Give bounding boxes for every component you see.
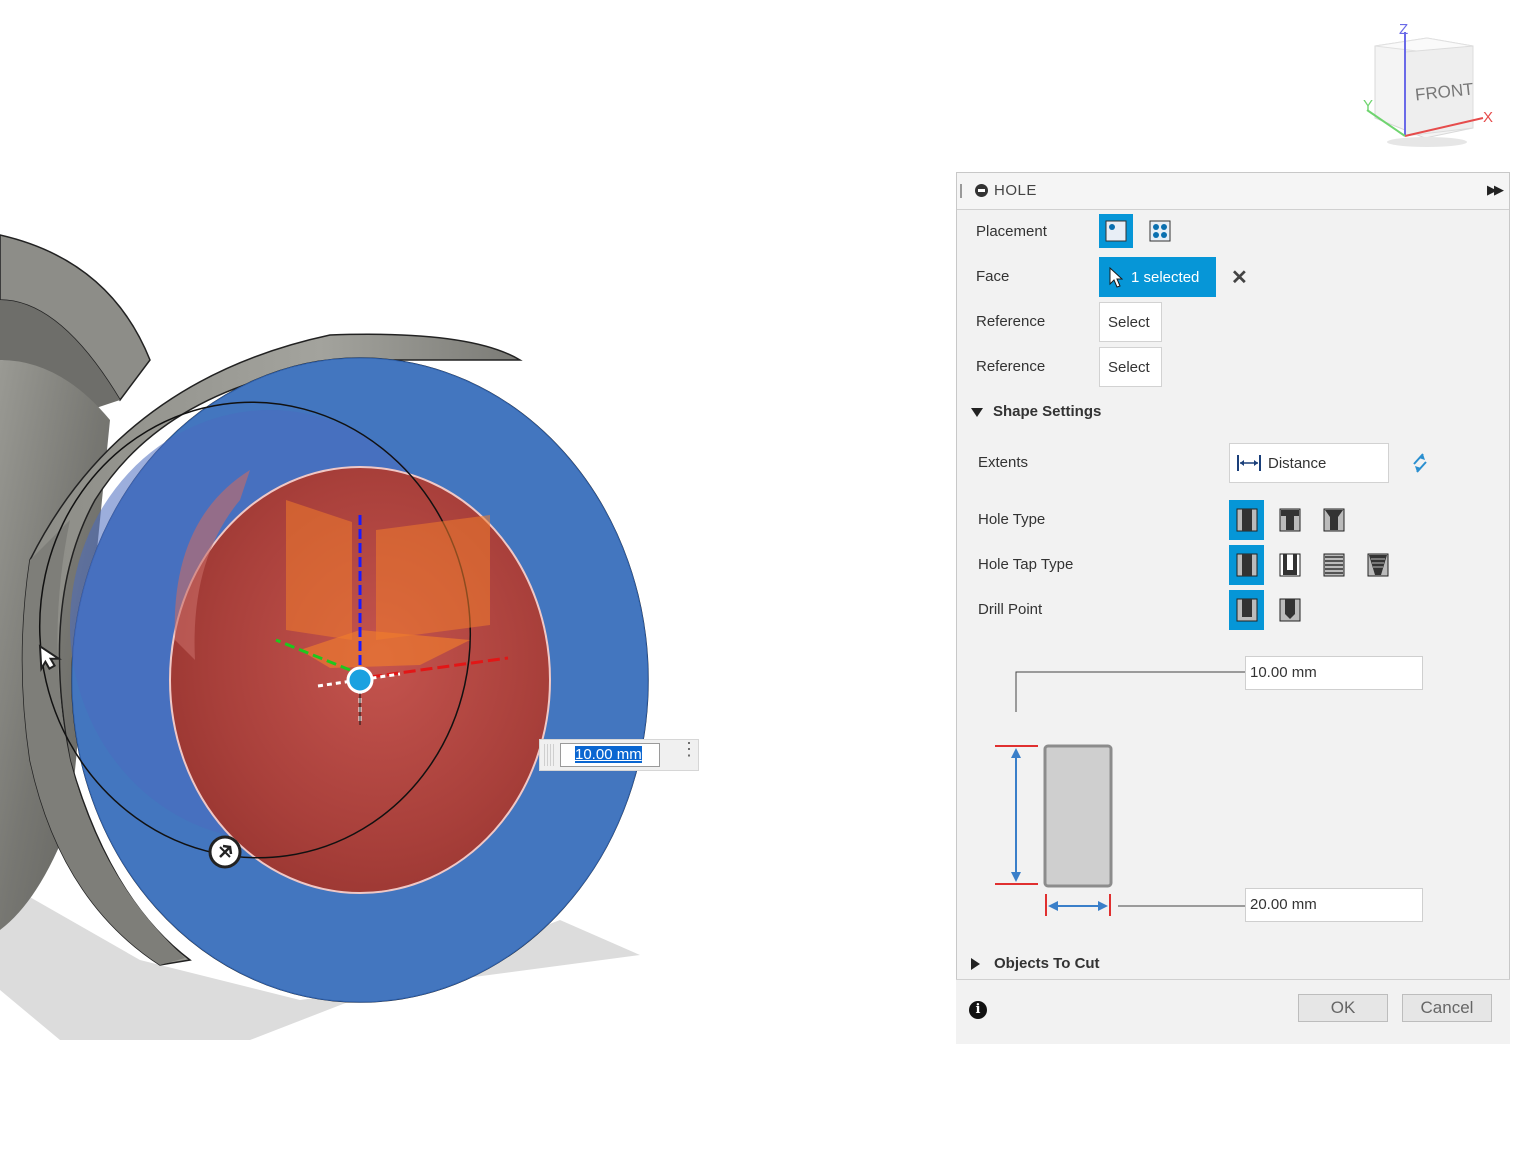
multiple-holes-icon [1149,220,1171,242]
tapped-button[interactable] [1317,548,1351,582]
drill-point-label: Drill Point [978,601,1043,618]
simple-hole-button[interactable] [1229,500,1264,540]
angled-drill-point-button[interactable] [1273,593,1307,627]
shape-settings-header[interactable]: Shape Settings [971,403,1101,420]
simple-tap-icon [1236,553,1257,577]
counterbore-icon [1279,508,1301,532]
taper-tapped-button[interactable] [1361,548,1395,582]
dialog-footer: i OK Cancel [956,979,1510,1044]
info-icon[interactable]: i [969,1001,987,1019]
diameter-input[interactable]: 20.00 mm [1245,888,1423,922]
xz-plane [286,500,352,640]
taper-tapped-icon [1367,553,1389,577]
view-cube[interactable]: FRONT Z X Y [1355,18,1495,148]
countersink-button[interactable] [1317,503,1351,537]
face-label: Face [976,268,1010,285]
clear-selection-icon[interactable]: ✕ [1231,265,1248,290]
rotate-handle-icon [208,835,242,869]
reference2-label: Reference [976,358,1046,375]
depth-canvas-input[interactable]: 10.00 mm [560,743,660,767]
flip-direction-icon[interactable] [1410,452,1430,474]
objects-to-cut-header[interactable]: Objects To Cut [971,955,1100,972]
more-options-icon[interactable]: ⋮ [680,740,698,766]
counterbore-button[interactable] [1273,503,1307,537]
cancel-button[interactable]: Cancel [1402,994,1492,1022]
panel-drag-handle-icon[interactable] [960,184,962,198]
clearance-tap-button[interactable] [1273,548,1307,582]
single-hole-icon [1105,220,1127,242]
axis-z-label: Z [1399,21,1408,38]
distance-icon [1237,455,1261,471]
collapse-arrow-icon [971,407,983,417]
expand-arrow-icon [971,958,980,971]
hole-center-point [346,666,374,694]
drag-grip-icon[interactable] [544,744,554,766]
extents-label: Extents [978,454,1029,471]
expand-panel-icon[interactable]: ▶▶ [1487,182,1504,198]
dialog-header[interactable]: HOLE ▶▶ [957,173,1509,210]
axis-y-label: Y [1363,97,1373,114]
countersink-icon [1323,508,1345,532]
tapped-icon [1323,553,1345,577]
simple-tap-button[interactable] [1229,545,1264,585]
command-icon [975,184,988,197]
reference1-select-button[interactable]: Select [1099,302,1162,342]
angled-drill-point-icon [1279,598,1301,622]
placement-single-button[interactable] [1099,214,1133,248]
canvas-dimension-box: 10.00 mm ⋮ [539,739,699,771]
simple-hole-icon [1236,508,1257,532]
yz-plane [376,515,490,640]
reference1-label: Reference [976,313,1046,330]
hole-tap-type-label: Hole Tap Type [978,556,1074,573]
placement-multiple-button[interactable] [1143,214,1177,248]
placement-label: Placement [976,223,1047,240]
cursor-arrow-icon [1109,266,1123,288]
flat-drill-point-button[interactable] [1229,590,1264,630]
flat-drill-point-icon [1236,598,1257,622]
clearance-icon [1279,553,1301,577]
ok-button[interactable]: OK [1298,994,1388,1022]
hole-dimension-diagram [995,671,1246,916]
depth-input[interactable]: 10.00 mm [1245,656,1423,690]
dialog-title: HOLE [994,182,1037,199]
face-selection-button[interactable]: 1 selected [1099,257,1216,297]
axis-x-label: X [1483,109,1493,126]
hole-type-label: Hole Type [978,511,1046,528]
extents-dropdown[interactable]: Distance [1229,443,1389,483]
reference2-select-button[interactable]: Select [1099,347,1162,387]
